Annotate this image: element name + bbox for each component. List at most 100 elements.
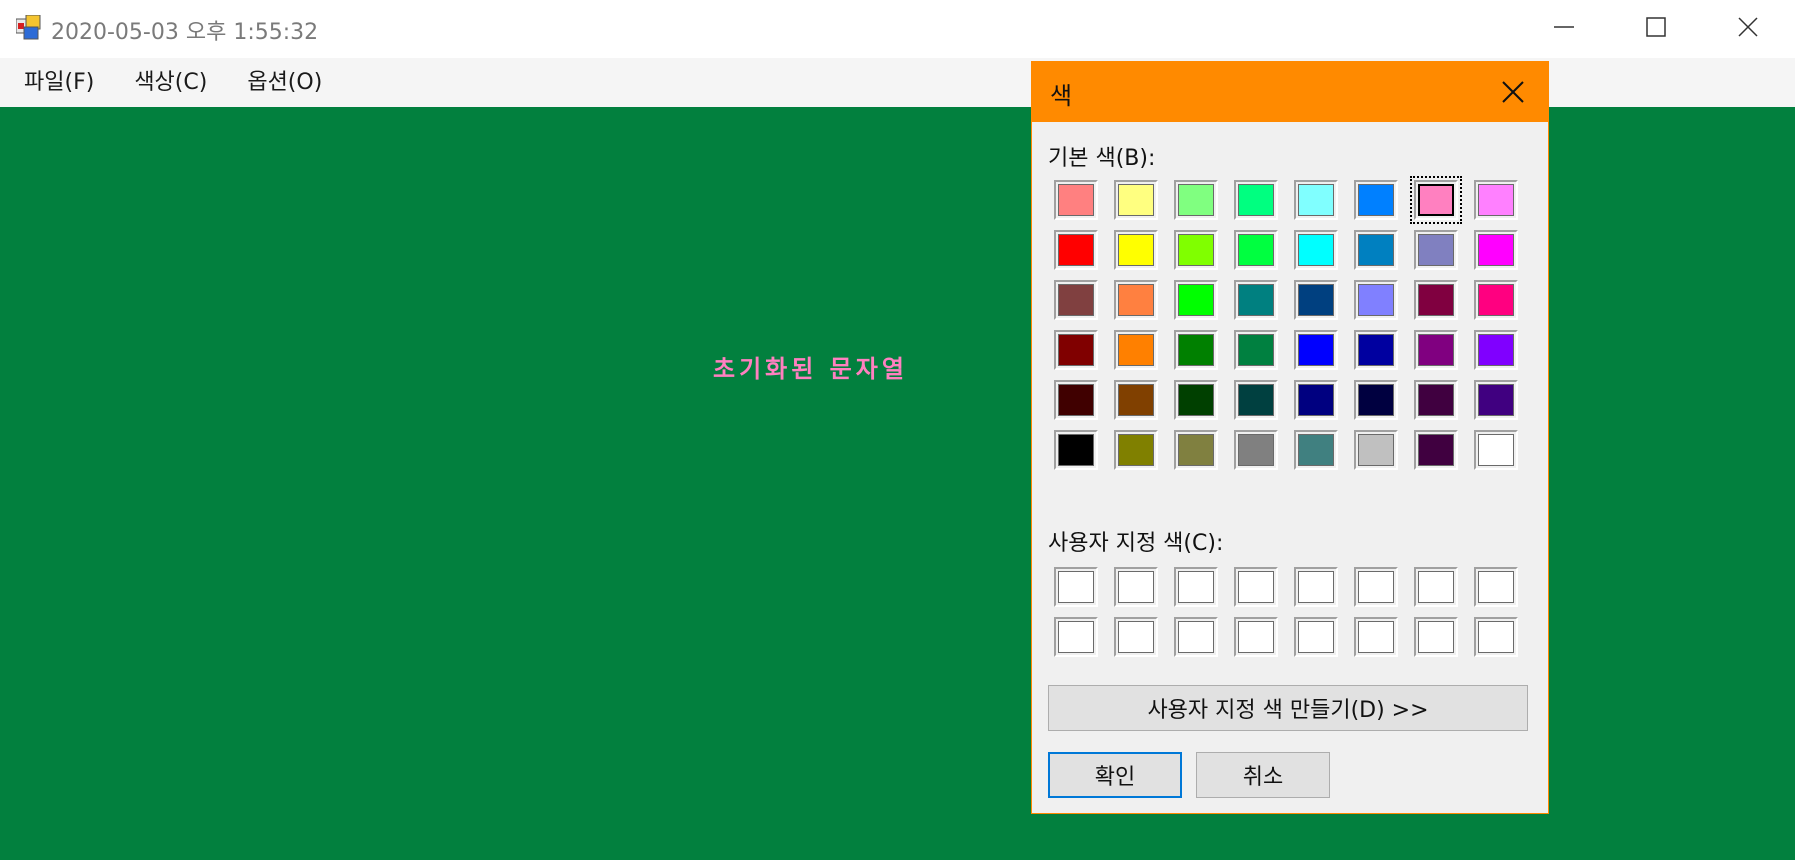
basic-color-swatch-fill	[1058, 184, 1094, 216]
basic-color-swatch[interactable]	[1410, 176, 1462, 224]
basic-color-swatch[interactable]	[1414, 230, 1458, 270]
basic-color-swatch[interactable]	[1054, 180, 1098, 220]
basic-color-swatch-fill	[1178, 434, 1214, 466]
basic-color-swatch-fill	[1298, 184, 1334, 216]
basic-color-swatch-fill	[1118, 384, 1154, 416]
basic-color-swatch[interactable]	[1354, 280, 1398, 320]
basic-color-swatch[interactable]	[1114, 330, 1158, 370]
basic-color-swatch[interactable]	[1114, 380, 1158, 420]
basic-color-swatch-fill	[1058, 384, 1094, 416]
basic-color-swatch[interactable]	[1174, 430, 1218, 470]
ok-button[interactable]: 확인	[1048, 752, 1182, 798]
custom-color-swatch[interactable]	[1354, 567, 1398, 607]
maximize-button[interactable]	[1610, 0, 1702, 54]
custom-color-swatch[interactable]	[1474, 617, 1518, 657]
close-icon	[1738, 17, 1758, 37]
basic-color-swatch[interactable]	[1474, 180, 1518, 220]
close-button[interactable]	[1702, 0, 1794, 54]
custom-color-swatch[interactable]	[1354, 617, 1398, 657]
basic-color-swatch-fill	[1058, 334, 1094, 366]
basic-color-swatch[interactable]	[1234, 180, 1278, 220]
basic-color-swatch[interactable]	[1234, 380, 1278, 420]
basic-color-swatch[interactable]	[1474, 430, 1518, 470]
basic-color-swatch-fill	[1418, 434, 1454, 466]
custom-color-swatch[interactable]	[1294, 567, 1338, 607]
cancel-button[interactable]: 취소	[1196, 752, 1330, 798]
basic-color-swatch[interactable]	[1354, 430, 1398, 470]
dialog-title: 색	[1050, 82, 1073, 110]
basic-color-swatch[interactable]	[1054, 430, 1098, 470]
basic-color-swatch[interactable]	[1294, 180, 1338, 220]
basic-color-swatch-fill	[1238, 334, 1274, 366]
basic-color-swatch[interactable]	[1114, 230, 1158, 270]
minimize-button[interactable]	[1518, 0, 1610, 54]
custom-color-swatch[interactable]	[1234, 617, 1278, 657]
basic-color-swatch[interactable]	[1174, 180, 1218, 220]
basic-color-swatch[interactable]	[1354, 180, 1398, 220]
basic-color-swatch[interactable]	[1414, 330, 1458, 370]
basic-color-swatch[interactable]	[1054, 380, 1098, 420]
custom-color-swatch[interactable]	[1054, 617, 1098, 657]
basic-color-swatch[interactable]	[1234, 280, 1278, 320]
basic-color-swatch[interactable]	[1294, 330, 1338, 370]
basic-color-swatch[interactable]	[1474, 280, 1518, 320]
custom-color-swatch[interactable]	[1054, 567, 1098, 607]
basic-color-swatch[interactable]	[1114, 280, 1158, 320]
basic-color-swatch-fill	[1298, 384, 1334, 416]
basic-color-swatch[interactable]	[1174, 280, 1218, 320]
basic-color-swatch[interactable]	[1414, 280, 1458, 320]
custom-color-swatch[interactable]	[1474, 567, 1518, 607]
custom-color-swatch-fill	[1358, 571, 1394, 603]
custom-color-swatch[interactable]	[1114, 617, 1158, 657]
custom-color-swatch[interactable]	[1174, 617, 1218, 657]
basic-color-swatch[interactable]	[1054, 330, 1098, 370]
menu-color[interactable]: 색상(C)	[114, 58, 227, 107]
basic-color-swatch-fill	[1118, 284, 1154, 316]
basic-color-swatch[interactable]	[1054, 280, 1098, 320]
basic-color-swatch[interactable]	[1174, 230, 1218, 270]
custom-color-swatch-fill	[1418, 571, 1454, 603]
basic-color-swatch[interactable]	[1354, 330, 1398, 370]
define-custom-colors-button[interactable]: 사용자 지정 색 만들기(D) >>	[1048, 685, 1528, 731]
basic-color-swatch[interactable]	[1294, 430, 1338, 470]
basic-color-swatch-fill	[1358, 284, 1394, 316]
basic-color-swatch-fill	[1478, 234, 1514, 266]
menu-file[interactable]: 파일(F)	[0, 58, 114, 107]
basic-color-swatch[interactable]	[1054, 230, 1098, 270]
basic-color-swatch[interactable]	[1474, 230, 1518, 270]
basic-color-swatch[interactable]	[1294, 230, 1338, 270]
basic-color-swatch[interactable]	[1234, 230, 1278, 270]
basic-color-swatch[interactable]	[1354, 380, 1398, 420]
basic-color-swatch-fill	[1358, 234, 1394, 266]
basic-color-swatch[interactable]	[1234, 330, 1278, 370]
basic-color-swatch[interactable]	[1474, 380, 1518, 420]
basic-color-swatch[interactable]	[1174, 380, 1218, 420]
custom-colors-label: 사용자 지정 색(C):	[1048, 531, 1224, 556]
basic-color-swatch[interactable]	[1234, 430, 1278, 470]
basic-color-swatch-fill	[1058, 434, 1094, 466]
custom-color-swatch[interactable]	[1114, 567, 1158, 607]
basic-color-swatch[interactable]	[1174, 330, 1218, 370]
custom-color-swatch[interactable]	[1414, 567, 1458, 607]
custom-color-swatch[interactable]	[1294, 617, 1338, 657]
basic-color-swatch-fill	[1358, 334, 1394, 366]
custom-color-swatch[interactable]	[1234, 567, 1278, 607]
app-form-icon[interactable]	[15, 14, 42, 41]
basic-color-swatch[interactable]	[1294, 280, 1338, 320]
dialog-title-bar[interactable]: 색	[1032, 62, 1548, 122]
basic-color-swatch[interactable]	[1354, 230, 1398, 270]
menu-options[interactable]: 옵션(O)	[227, 58, 342, 107]
dialog-close-button[interactable]	[1478, 62, 1548, 122]
basic-color-swatch[interactable]	[1114, 180, 1158, 220]
basic-color-swatch[interactable]	[1414, 430, 1458, 470]
custom-color-swatch-fill	[1058, 621, 1094, 653]
custom-color-swatch[interactable]	[1414, 617, 1458, 657]
basic-color-swatch[interactable]	[1414, 380, 1458, 420]
basic-color-swatch[interactable]	[1474, 330, 1518, 370]
custom-color-swatch[interactable]	[1174, 567, 1218, 607]
title-bar: 2020-05-03 오후 1:55:32	[0, 0, 1795, 58]
basic-color-swatch-fill	[1238, 434, 1274, 466]
basic-color-swatch[interactable]	[1114, 430, 1158, 470]
basic-color-swatch[interactable]	[1294, 380, 1338, 420]
basic-color-swatch-fill	[1178, 184, 1214, 216]
